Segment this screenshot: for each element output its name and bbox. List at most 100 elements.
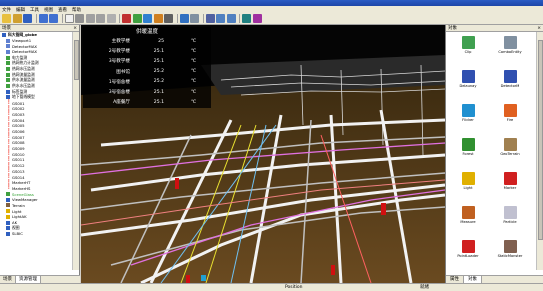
camera-icon[interactable] <box>143 14 152 23</box>
building-name: 主教学楼 <box>111 39 130 45</box>
object-tool-delaunay[interactable]: Delaunay <box>448 68 488 102</box>
scene-tree-panel: 场景 × 科大管网_globe Viewport1 DetectorMAX Detec… <box>0 25 80 283</box>
tree-item[interactable]: SLBIC <box>0 231 72 237</box>
object-tool-flicker[interactable]: Flicker <box>448 102 488 136</box>
scene-panel-close-button[interactable]: × <box>73 25 77 31</box>
open-icon[interactable] <box>12 14 22 23</box>
wireframe-icon[interactable] <box>205 14 215 23</box>
object-tool-measure[interactable]: Measure <box>448 204 488 238</box>
position-readout-label: Position <box>285 285 303 290</box>
object-tool-fire[interactable]: Fire <box>490 102 530 136</box>
tab-objects[interactable]: 对象 <box>464 276 482 283</box>
manager-icon <box>6 197 10 202</box>
tab-scene[interactable]: 场景 <box>0 276 16 283</box>
object-tool-detectorm[interactable]: DetectorM <box>490 68 530 102</box>
tree-item-label: GS004 <box>12 117 25 123</box>
status-text: 就绪 <box>420 285 429 290</box>
render-icon[interactable] <box>216 14 225 23</box>
undo-icon[interactable] <box>38 14 48 23</box>
tool-icon[interactable] <box>153 14 163 23</box>
menu-tools[interactable]: 工具 <box>30 7 39 13</box>
object-tool-label: Marker <box>503 186 517 190</box>
tree-item-label: GS007 <box>12 134 25 140</box>
tree-item-label: GS008 <box>12 140 25 146</box>
menu-file[interactable]: 文件 <box>2 7 11 13</box>
filter-icon[interactable] <box>242 14 251 23</box>
object-tool-forest[interactable]: Forest <box>448 136 488 170</box>
pin-icon: ❗ <box>6 117 12 123</box>
menu-edit[interactable]: 编辑 <box>16 7 25 13</box>
object-panel-tabs: 属性 对象 <box>446 275 543 283</box>
cube-icon[interactable] <box>179 14 189 23</box>
object-tool-pointloader[interactable]: PointLoader <box>448 238 488 272</box>
tab-resource-manager[interactable]: 资源管理 <box>16 276 41 283</box>
scale-icon[interactable] <box>96 14 105 23</box>
object-tool-label: StaticMonster <box>497 254 523 258</box>
pin-icon: ❗ <box>6 139 12 145</box>
object-tool-staticmonster[interactable]: StaticMonster <box>490 238 530 272</box>
temperature-unit: ℃ <box>190 38 196 44</box>
object-tool-label: GeoTerrain <box>500 152 520 156</box>
layer-icon <box>6 66 10 71</box>
temperature-unit: ℃ <box>190 99 196 105</box>
globe-icon <box>2 32 6 37</box>
object-tool-clip[interactable]: Clip <box>448 34 488 68</box>
select-icon[interactable] <box>106 14 116 23</box>
tree-item-label: Viewport1 <box>12 38 32 44</box>
toolbar-separator <box>239 14 240 23</box>
pin-icon: ❗ <box>6 100 12 106</box>
scene-panel-header: 场景 × <box>0 25 79 32</box>
view-icon <box>6 226 10 231</box>
tree-item-label: GS011 <box>12 157 25 163</box>
move-icon[interactable] <box>75 14 84 23</box>
object-tool-geoterrain[interactable]: GeoTerrain <box>490 136 530 170</box>
pin-icon: ❗ <box>6 174 12 180</box>
object-grid-scrollbar[interactable] <box>536 32 543 270</box>
save-icon[interactable] <box>23 14 32 23</box>
light-icon <box>461 172 475 185</box>
temperature-value: 25.1 <box>153 99 164 105</box>
light-icon <box>6 209 10 214</box>
layer-icon[interactable] <box>132 14 142 23</box>
object-tool-label: PointLoader <box>457 254 479 258</box>
dropdown-icon[interactable] <box>190 14 199 23</box>
tree-item-label: GS006 <box>12 129 25 135</box>
layer-icon <box>6 84 10 89</box>
menu-help[interactable]: 帮助 <box>72 7 81 13</box>
temperature-row: 1号宿舍楼 25.2 ℃ <box>83 77 211 87</box>
toolbar-separator <box>202 14 204 23</box>
scene-tree-scrollbar[interactable] <box>72 32 79 270</box>
menu-look[interactable]: 查看 <box>58 7 67 13</box>
redo-icon[interactable] <box>49 14 58 23</box>
toolbar-separator <box>176 14 178 23</box>
object-panel-close-button[interactable]: × <box>537 25 541 31</box>
tab-properties[interactable]: 属性 <box>446 276 464 283</box>
temperature-value: 25.1 <box>153 58 164 64</box>
status-bar: Position 就绪 <box>0 283 543 291</box>
label-icon <box>6 89 10 94</box>
object-tool-label: Clip <box>464 50 472 54</box>
tree-item-label: GS001 <box>12 100 25 106</box>
geo-terrain-icon <box>503 138 517 151</box>
object-tool-marker[interactable]: Marker <box>490 170 530 204</box>
help-icon[interactable] <box>252 14 262 23</box>
object-tool-label: Flicker <box>462 118 474 122</box>
menu-view[interactable]: 视图 <box>44 7 53 13</box>
grid-icon[interactable] <box>164 14 173 23</box>
object-panel-header: 对象 × <box>446 25 543 32</box>
combo-entity-icon <box>503 36 517 49</box>
tree-item-label: GS009 <box>12 146 25 152</box>
rotate-icon[interactable] <box>85 14 95 23</box>
pin-icon[interactable] <box>122 14 131 23</box>
object-tool-particle[interactable]: Particle <box>490 204 530 238</box>
object-tool-light[interactable]: Light <box>448 170 488 204</box>
tree-item-label: GS005 <box>12 123 25 129</box>
object-tool-comboentity[interactable]: ComboEntity <box>490 34 530 68</box>
new-icon[interactable] <box>2 14 11 23</box>
temperature-unit: ℃ <box>190 79 196 85</box>
cursor-icon[interactable] <box>64 14 74 23</box>
tree-item-label: ViewManager <box>12 197 38 203</box>
object-tool-label: Measure <box>460 220 476 224</box>
measure-icon <box>461 206 475 219</box>
lighting-icon[interactable] <box>226 14 236 23</box>
